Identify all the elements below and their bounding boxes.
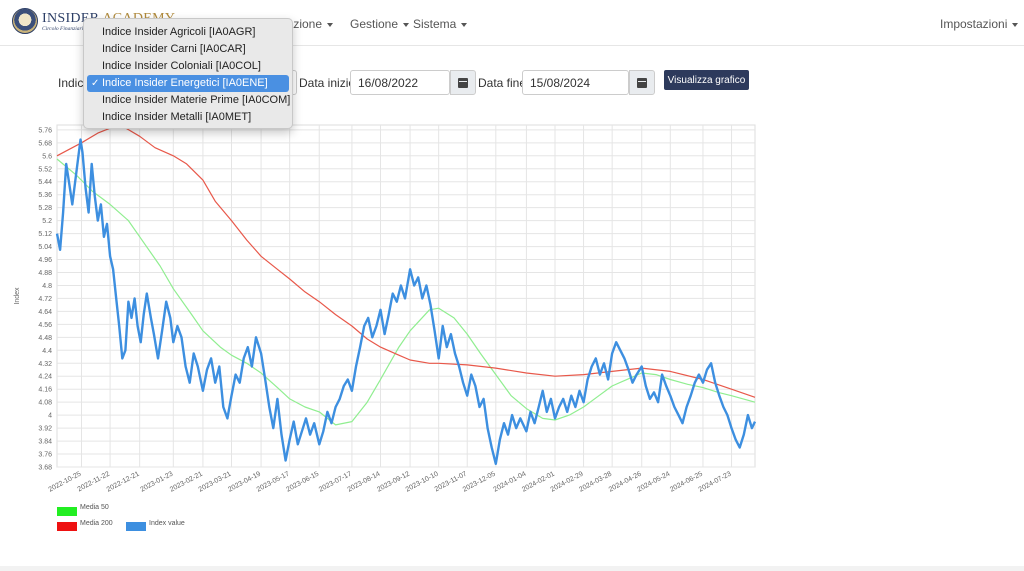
x-tick-label: 2022-11-22 xyxy=(77,471,112,494)
y-tick-label: 4.32 xyxy=(38,361,52,368)
end-date-input[interactable]: 15/08/2024 xyxy=(522,70,629,95)
y-tick-label: 4.72 xyxy=(38,296,52,303)
y-tick-label: 4.8 xyxy=(42,283,52,290)
y-tick-label: 5.28 xyxy=(38,205,52,212)
calendar-icon xyxy=(458,77,468,88)
y-tick-label: 5.68 xyxy=(38,140,52,147)
chevron-down-icon xyxy=(461,22,468,27)
academy-seal-icon xyxy=(12,8,38,34)
x-tick-label: 2023-12-05 xyxy=(462,471,497,494)
y-tick-label: 4.88 xyxy=(38,270,52,277)
x-tick-label: 2023-06-15 xyxy=(285,471,320,494)
chevron-down-icon xyxy=(403,22,410,27)
index-dropdown-menu: Indice Insider Agricoli [IA0AGR] Indice … xyxy=(83,18,293,129)
x-tick-label: 2023-03-21 xyxy=(198,471,233,494)
legend-label: Media 200 xyxy=(80,520,113,527)
y-tick-label: 4.64 xyxy=(38,309,52,316)
dropdown-option-label: Indice Insider Energetici [IA0ENE] xyxy=(102,77,268,89)
y-tick-label: 4 xyxy=(48,413,52,420)
legend-label: Index value xyxy=(149,520,185,527)
dropdown-option[interactable]: Indice Insider Coloniali [IA0COL] xyxy=(87,58,289,75)
legend-swatch xyxy=(57,507,77,516)
y-tick-label: 5.52 xyxy=(38,166,52,173)
dropdown-option-label: Indice Insider Carni [IA0CAR] xyxy=(102,43,246,55)
y-tick-label: 4.16 xyxy=(38,387,52,394)
legend-swatch xyxy=(126,522,146,531)
footer-bar xyxy=(0,566,1024,571)
y-tick-label: 3.92 xyxy=(38,426,52,433)
x-tick-label: 2024-07-23 xyxy=(698,471,733,494)
menu-gestione[interactable]: Gestione xyxy=(350,17,410,31)
y-tick-label: 5.04 xyxy=(38,244,52,251)
x-tick-label: 2022-12-21 xyxy=(106,471,141,494)
dropdown-option[interactable]: ✓ Indice Insider Energetici [IA0ENE] xyxy=(87,75,289,92)
y-tick-label: 4.24 xyxy=(38,374,52,381)
y-tick-label: 3.68 xyxy=(38,465,52,472)
index-line-chart: 5.76 5.68 5.6 5.52 5.44 5.36 5.28 5.2 5.12 5.04 4.… xyxy=(14,124,757,531)
chevron-down-icon xyxy=(327,22,334,27)
x-tick-label: 2023-08-14 xyxy=(347,471,382,494)
dropdown-option[interactable]: Indice Insider Agricoli [IA0AGR] xyxy=(87,24,289,41)
dropdown-option[interactable]: Indice Insider Materie Prime [IA0COM] xyxy=(87,92,291,109)
checkmark-icon: ✓ xyxy=(91,78,100,89)
menu-gestione-label: Gestione xyxy=(350,17,399,31)
y-tick-label: 5.2 xyxy=(42,218,52,225)
x-tick-label: 2023-05-17 xyxy=(256,471,291,494)
start-date-picker-button[interactable] xyxy=(450,70,476,95)
dropdown-option-label: Indice Insider Agricoli [IA0AGR] xyxy=(102,26,256,38)
menu-impostazioni[interactable]: Impostazioni xyxy=(940,17,1019,31)
y-tick-label: 5.44 xyxy=(38,179,52,186)
end-date-picker-button[interactable] xyxy=(629,70,655,95)
y-tick-label: 3.84 xyxy=(38,439,52,446)
start-date-label: Data inizio xyxy=(299,76,356,90)
y-tick-label: 4.96 xyxy=(38,257,52,264)
dropdown-option-label: Indice Insider Metalli [IA0MET] xyxy=(102,111,252,123)
end-date-label: Data fine xyxy=(478,76,527,90)
calendar-icon xyxy=(637,77,647,88)
show-chart-button[interactable]: Visualizza grafico xyxy=(664,70,749,90)
y-tick-label: 5.6 xyxy=(42,153,52,160)
y-tick-label: 4.4 xyxy=(42,348,52,355)
dropdown-option-label: Indice Insider Coloniali [IA0COL] xyxy=(102,60,261,72)
x-tick-label: 2024-05-24 xyxy=(636,471,671,494)
y-tick-label: 4.48 xyxy=(38,335,52,342)
dropdown-option-label: Indice Insider Materie Prime [IA0COM] xyxy=(102,94,291,106)
y-tick-label: 3.76 xyxy=(38,452,52,459)
x-tick-label: 2024-03-28 xyxy=(578,471,613,494)
y-tick-label: 4.56 xyxy=(38,322,52,329)
legend-label: Media 50 xyxy=(80,504,109,511)
x-tick-label: 2023-01-23 xyxy=(139,471,174,494)
legend-swatch xyxy=(57,522,77,531)
y-axis-label: Index xyxy=(14,287,21,305)
y-tick-label: 5.12 xyxy=(38,231,52,238)
dropdown-option[interactable]: Indice Insider Metalli [IA0MET] xyxy=(87,109,289,126)
dropdown-option[interactable]: Indice Insider Carni [IA0CAR] xyxy=(87,41,289,58)
menu-sistema[interactable]: Sistema xyxy=(413,17,468,31)
y-tick-label: 5.36 xyxy=(38,192,52,199)
y-tick-label: 5.76 xyxy=(38,127,52,134)
start-date-input[interactable]: 16/08/2022 xyxy=(350,70,450,95)
menu-impostazioni-label: Impostazioni xyxy=(940,17,1008,31)
y-tick-label: 4.08 xyxy=(38,400,52,407)
menu-sistema-label: Sistema xyxy=(413,17,457,31)
chevron-down-icon xyxy=(1012,22,1019,27)
